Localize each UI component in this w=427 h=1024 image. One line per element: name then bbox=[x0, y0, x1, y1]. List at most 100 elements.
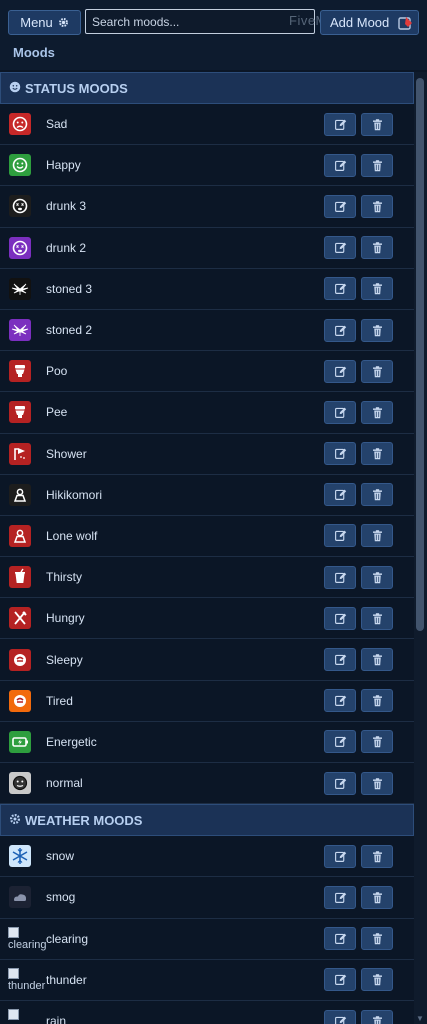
delete-button[interactable] bbox=[361, 483, 393, 507]
mood-name: Poo bbox=[46, 364, 68, 379]
section-header-weather-moods: WEATHER MOODS bbox=[0, 804, 414, 837]
edit-button[interactable] bbox=[324, 689, 356, 713]
add-mood-button[interactable]: Add Mood bbox=[320, 10, 419, 35]
delete-button[interactable] bbox=[361, 194, 393, 218]
edit-button[interactable] bbox=[324, 318, 356, 342]
bed-icon bbox=[9, 689, 31, 712]
edit-icon bbox=[334, 365, 347, 378]
delete-button[interactable] bbox=[361, 927, 393, 951]
mood-row-normal: normal bbox=[0, 763, 414, 805]
edit-icon bbox=[334, 891, 347, 904]
search-input[interactable] bbox=[85, 9, 315, 34]
trash-icon bbox=[371, 406, 384, 419]
delete-button[interactable] bbox=[361, 565, 393, 589]
edit-button[interactable] bbox=[324, 483, 356, 507]
delete-button[interactable] bbox=[361, 885, 393, 909]
edit-button[interactable] bbox=[324, 885, 356, 909]
add-mood-label: Add Mood bbox=[330, 15, 390, 30]
scroll-down-arrow[interactable]: ▼ bbox=[416, 1015, 424, 1023]
toilet-icon bbox=[9, 401, 31, 424]
fork-knife-icon bbox=[9, 607, 31, 630]
top-bar: Menu FiveM Add Mood Moods bbox=[0, 0, 427, 70]
gear-icon bbox=[58, 18, 68, 27]
edit-button[interactable] bbox=[324, 112, 356, 136]
add-mood-icon bbox=[398, 17, 412, 30]
edit-icon bbox=[334, 694, 347, 707]
edit-button[interactable] bbox=[324, 771, 356, 795]
mood-row-rain: rain bbox=[0, 1001, 414, 1024]
edit-button[interactable] bbox=[324, 400, 356, 424]
delete-button[interactable] bbox=[361, 442, 393, 466]
edit-button[interactable] bbox=[324, 524, 356, 548]
delete-button[interactable] bbox=[361, 844, 393, 868]
edit-icon bbox=[334, 241, 347, 254]
neutral-face-icon bbox=[9, 772, 31, 795]
edit-icon bbox=[334, 1015, 347, 1024]
mood-row-tired: Tired bbox=[0, 681, 414, 722]
mood-row-sleepy: Sleepy bbox=[0, 639, 414, 681]
mood-name: clearing bbox=[46, 931, 89, 946]
trash-icon bbox=[371, 777, 384, 790]
mood-name: rain bbox=[46, 1014, 67, 1024]
edit-button[interactable] bbox=[324, 844, 356, 868]
mood-name: thunder bbox=[46, 972, 87, 987]
edit-icon bbox=[334, 850, 347, 863]
edit-button[interactable] bbox=[324, 442, 356, 466]
mood-name: Shower bbox=[46, 446, 87, 461]
trash-icon bbox=[371, 653, 384, 666]
edit-button[interactable] bbox=[324, 277, 356, 301]
delete-button[interactable] bbox=[361, 606, 393, 630]
delete-button[interactable] bbox=[361, 1009, 393, 1024]
scrollbar-thumb[interactable] bbox=[416, 78, 424, 631]
edit-button[interactable] bbox=[324, 236, 356, 260]
mood-name: Pee bbox=[46, 405, 68, 420]
image-placeholder-icon bbox=[8, 1008, 19, 1020]
menu-button[interactable]: Menu bbox=[8, 10, 81, 35]
mood-row-pee: Pee bbox=[0, 392, 414, 434]
edit-button[interactable] bbox=[324, 968, 356, 992]
edit-icon bbox=[334, 488, 347, 501]
trash-icon bbox=[371, 365, 384, 378]
bed-icon bbox=[9, 648, 31, 671]
delete-button[interactable] bbox=[361, 648, 393, 672]
edit-button[interactable] bbox=[324, 359, 356, 383]
edit-icon bbox=[334, 447, 347, 460]
snowflake-icon bbox=[9, 845, 31, 868]
edit-button[interactable] bbox=[324, 648, 356, 672]
delete-button[interactable] bbox=[361, 153, 393, 177]
edit-button[interactable] bbox=[324, 730, 356, 754]
mood-name: Happy bbox=[46, 158, 81, 173]
delete-button[interactable] bbox=[361, 689, 393, 713]
mood-row-lone-wolf: Lone wolf bbox=[0, 516, 414, 558]
edit-button[interactable] bbox=[324, 927, 356, 951]
delete-button[interactable] bbox=[361, 730, 393, 754]
menu-label: Menu bbox=[20, 15, 53, 30]
edit-button[interactable] bbox=[324, 1009, 356, 1024]
edit-icon bbox=[334, 529, 347, 542]
dizzy-face-icon bbox=[9, 195, 31, 218]
toilet-icon bbox=[9, 360, 31, 383]
delete-button[interactable] bbox=[361, 318, 393, 342]
edit-icon bbox=[334, 159, 347, 172]
delete-button[interactable] bbox=[361, 400, 393, 424]
edit-icon bbox=[334, 200, 347, 213]
section-title: WEATHER MOODS bbox=[25, 812, 143, 828]
delete-button[interactable] bbox=[361, 359, 393, 383]
trash-icon bbox=[371, 694, 384, 707]
edit-button[interactable] bbox=[324, 194, 356, 218]
delete-button[interactable] bbox=[361, 277, 393, 301]
trash-icon bbox=[371, 571, 384, 584]
cannabis-leaf-icon bbox=[9, 319, 31, 342]
mood-row-thirsty: Thirsty bbox=[0, 557, 414, 599]
delete-button[interactable] bbox=[361, 771, 393, 795]
delete-button[interactable] bbox=[361, 112, 393, 136]
section-header-status-moods: STATUS MOODS bbox=[0, 72, 414, 104]
mood-name: drunk 2 bbox=[46, 240, 87, 255]
delete-button[interactable] bbox=[361, 968, 393, 992]
mood-row-clearing: clearing clearing bbox=[0, 919, 414, 960]
edit-button[interactable] bbox=[324, 153, 356, 177]
delete-button[interactable] bbox=[361, 236, 393, 260]
delete-button[interactable] bbox=[361, 524, 393, 548]
edit-button[interactable] bbox=[324, 606, 356, 630]
edit-button[interactable] bbox=[324, 565, 356, 589]
